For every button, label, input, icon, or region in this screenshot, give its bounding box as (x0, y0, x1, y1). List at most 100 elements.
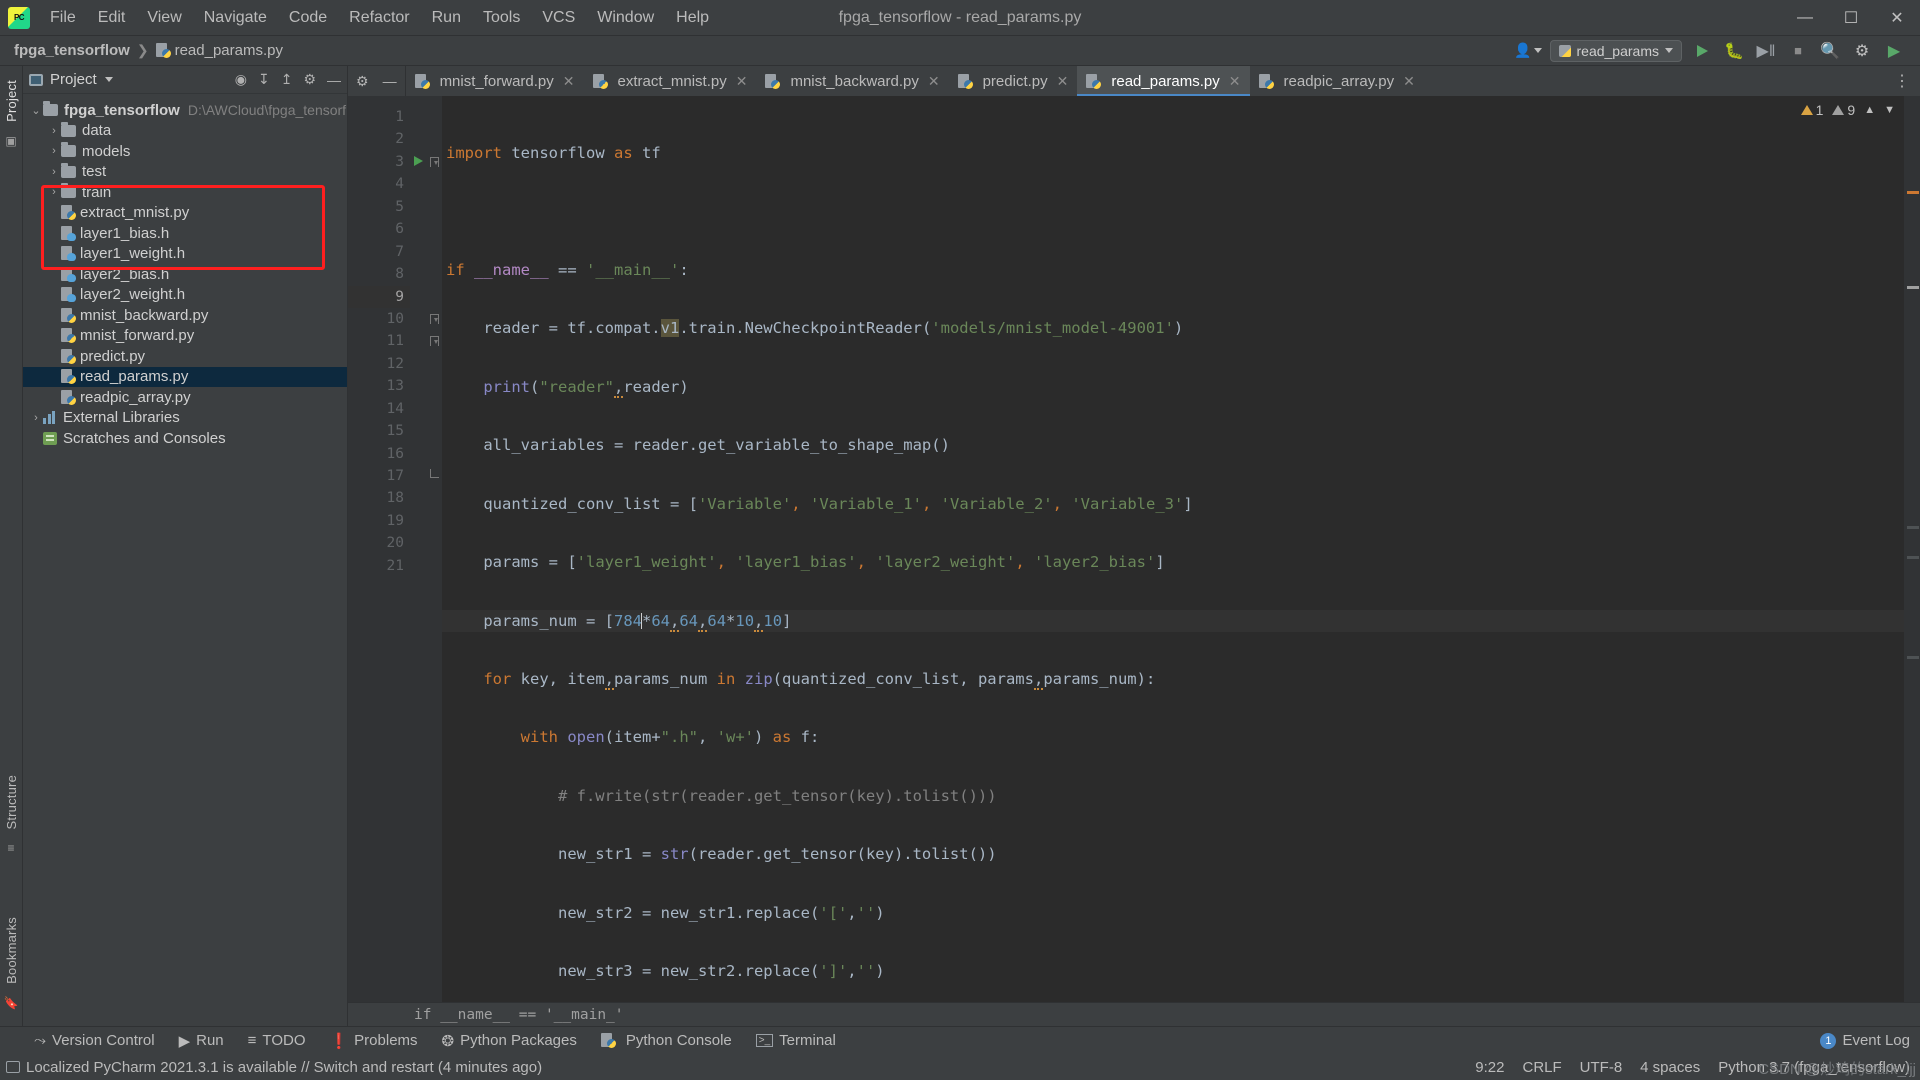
editor-tab-read-params[interactable]: read_params.py ✕ (1077, 66, 1249, 96)
fold-end-icon[interactable] (430, 469, 439, 478)
editor-tab-mnist-forward[interactable]: mnist_forward.py ✕ (406, 66, 584, 96)
breadcrumb-file[interactable]: read_params.py (156, 42, 283, 59)
menu-item-file[interactable]: File (40, 5, 86, 31)
tree-row-read-params-py[interactable]: read_params.py (23, 367, 347, 388)
line-number[interactable]: 17 (348, 465, 410, 487)
tree-row-data[interactable]: ›data (23, 121, 347, 142)
settings-gear-icon[interactable]: ⚙ (356, 73, 369, 90)
editor-tab-extract-mnist[interactable]: extract_mnist.py ✕ (584, 66, 757, 96)
editor-tab-overflow[interactable]: ⋮ (1884, 66, 1920, 96)
close-icon[interactable]: ✕ (1403, 73, 1415, 90)
menu-item-help[interactable]: Help (666, 5, 719, 31)
line-number[interactable]: 7 (348, 241, 410, 263)
settings-gear-icon[interactable]: ⚙ (303, 71, 316, 88)
status-message[interactable]: Localized PyCharm 2021.3.1 is available … (26, 1059, 542, 1076)
close-icon[interactable]: ✕ (736, 73, 748, 90)
line-number[interactable]: 11 (348, 330, 410, 352)
sidebar-tab-bookmarks[interactable]: Bookmarks (2, 911, 21, 990)
line-number[interactable]: 9 (348, 286, 410, 308)
chevron-right-icon[interactable]: › (47, 125, 61, 137)
fold-icon[interactable] (430, 336, 439, 346)
chevron-down-icon[interactable] (105, 77, 113, 82)
line-number[interactable]: 18 (348, 487, 410, 509)
editor-tab-predict[interactable]: predict.py ✕ (949, 66, 1078, 96)
line-number[interactable]: 1 (348, 106, 410, 128)
chevron-right-icon[interactable]: › (29, 412, 43, 424)
tree-row-layer1-weight-h[interactable]: layer1_weight.h (23, 244, 347, 265)
settings-button[interactable]: ⚙ (1850, 39, 1874, 63)
tree-row-layer1-bias-h[interactable]: layer1_bias.h (23, 223, 347, 244)
tree-row-layer2-bias-h[interactable]: layer2_bias.h (23, 264, 347, 285)
line-number[interactable]: 8 (348, 263, 410, 285)
tool-window-todo[interactable]: ≡ TODO (236, 1032, 318, 1049)
line-number[interactable]: 12 (348, 353, 410, 375)
sidebar-tab-structure[interactable]: Structure (2, 769, 21, 836)
chevron-right-icon[interactable]: › (47, 186, 61, 198)
search-everywhere-button[interactable]: 🔍 (1818, 39, 1842, 63)
hide-panel-icon[interactable]: — (383, 73, 397, 89)
tree-row-train[interactable]: ›train (23, 182, 347, 203)
line-number[interactable]: 21 (348, 555, 410, 577)
close-icon[interactable]: ✕ (1057, 73, 1069, 90)
stop-button[interactable]: ■ (1786, 39, 1810, 63)
line-number[interactable]: 20 (348, 532, 410, 554)
inspection-widget[interactable]: 1 9 ▲ ▼ (1792, 96, 1904, 124)
sidebar-tab-project[interactable]: Project (2, 74, 21, 128)
menu-item-view[interactable]: View (137, 5, 191, 31)
tree-row-mnist-forward-py[interactable]: mnist_forward.py (23, 326, 347, 347)
menu-item-run[interactable]: Run (422, 5, 471, 31)
line-separator[interactable]: CRLF (1523, 1059, 1562, 1076)
tool-window-run[interactable]: ▶ Run (167, 1032, 236, 1050)
minimize-button[interactable]: — (1782, 0, 1828, 36)
event-log-button[interactable]: 1 Event Log (1820, 1032, 1910, 1049)
next-problem-icon[interactable]: ▼ (1884, 104, 1895, 116)
menu-item-refactor[interactable]: Refactor (339, 5, 419, 31)
expand-all-icon[interactable]: ↧ (258, 71, 270, 88)
line-number[interactable]: 13 (348, 375, 410, 397)
chevron-right-icon[interactable]: › (47, 166, 61, 178)
user-account-icon[interactable]: 👤 (1514, 42, 1541, 59)
menu-item-navigate[interactable]: Navigate (194, 5, 277, 31)
run-button[interactable] (1690, 39, 1714, 63)
menu-item-edit[interactable]: Edit (88, 5, 136, 31)
breadcrumb-project[interactable]: fpga_tensorflow (6, 42, 130, 59)
line-number[interactable]: 6 (348, 218, 410, 240)
run-configuration-selector[interactable]: read_params (1550, 40, 1683, 62)
tree-row-test[interactable]: ›test (23, 162, 347, 183)
fold-icon[interactable] (430, 314, 439, 324)
chevron-right-icon[interactable]: › (47, 145, 61, 157)
line-number[interactable]: 16 (348, 443, 410, 465)
tool-window-python-console[interactable]: Python Console (589, 1032, 744, 1049)
close-icon[interactable]: ✕ (928, 73, 940, 90)
line-number[interactable]: 2 (348, 128, 410, 150)
tool-window-problems[interactable]: ❗ Problems (317, 1032, 429, 1050)
caret-position[interactable]: 9:22 (1475, 1059, 1504, 1076)
tree-row-fpga-tensorflow[interactable]: ⌄fpga_tensorflowD:\AWCloud\fpga_tensorfl… (23, 100, 347, 121)
tree-row-external-libraries[interactable]: ›External Libraries (23, 408, 347, 429)
updates-button[interactable]: ▶ (1882, 39, 1906, 63)
close-icon[interactable]: ✕ (563, 73, 575, 90)
line-number[interactable]: 15 (348, 420, 410, 442)
tree-row-readpic-array-py[interactable]: readpic_array.py (23, 387, 347, 408)
hide-panel-icon[interactable]: — (327, 72, 341, 88)
menu-item-code[interactable]: Code (279, 5, 337, 31)
tree-row-layer2-weight-h[interactable]: layer2_weight.h (23, 285, 347, 306)
tree-row-predict-py[interactable]: predict.py (23, 346, 347, 367)
tree-row-extract-mnist-py[interactable]: extract_mnist.py (23, 203, 347, 224)
error-stripe-marker-bar[interactable] (1904, 96, 1920, 1002)
indent-setting[interactable]: 4 spaces (1640, 1059, 1700, 1076)
menu-item-window[interactable]: Window (587, 5, 664, 31)
code-text[interactable]: import tensorflow as tf if __name__ == '… (442, 96, 1904, 1002)
line-number[interactable]: 19 (348, 510, 410, 532)
prev-problem-icon[interactable]: ▲ (1864, 104, 1875, 116)
maximize-button[interactable]: ☐ (1828, 0, 1874, 36)
editor-tab-readpic-array[interactable]: readpic_array.py ✕ (1250, 66, 1424, 96)
close-button[interactable]: ✕ (1874, 0, 1920, 36)
line-number[interactable]: 3 (348, 151, 410, 173)
line-number[interactable]: 5 (348, 196, 410, 218)
chevron-down-icon[interactable]: ⌄ (29, 104, 43, 117)
menu-item-tools[interactable]: Tools (473, 5, 530, 31)
run-line-icon[interactable] (414, 156, 423, 166)
editor-tab-mnist-backward[interactable]: mnist_backward.py ✕ (756, 66, 948, 96)
fold-icon[interactable] (430, 157, 439, 167)
